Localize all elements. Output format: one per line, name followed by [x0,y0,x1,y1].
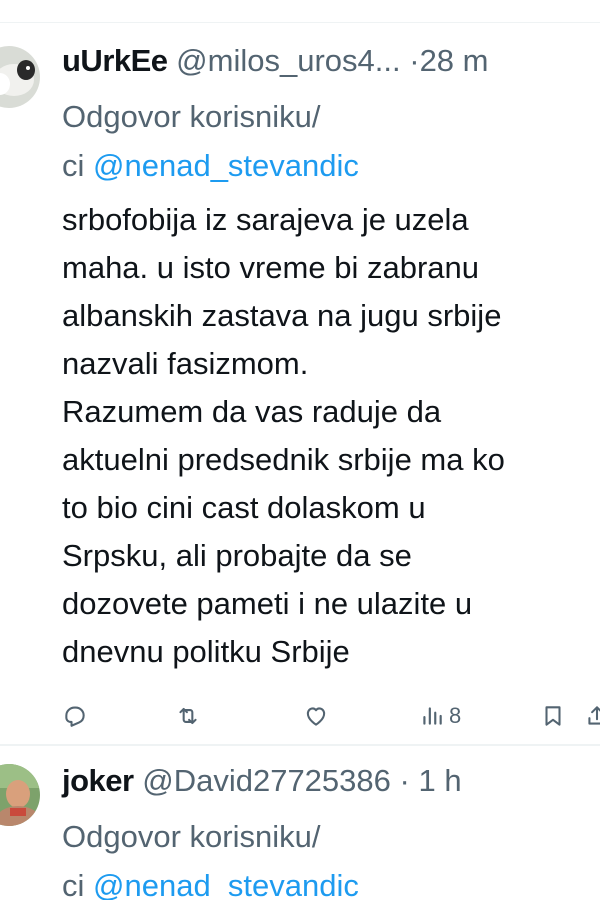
separator: · [409,43,420,78]
share-icon [588,706,600,725]
tweet-actions: 8 [0,694,600,738]
user-handle[interactable]: @David27725386 [142,763,391,798]
heart-icon [306,707,326,726]
tweet-text-line: dozovete pameti i ne ulazite u [62,586,473,621]
display-name[interactable]: joker [62,763,134,798]
reply-button[interactable] [62,702,88,730]
top-divider [0,22,600,23]
avatar-image [0,46,40,108]
tweet-text-line: nazvali fasizmom. [62,346,309,381]
reply-icon [65,706,85,727]
tweet-text: srbofobija iz sarajeva je uzela maha. u … [62,196,600,676]
reply-prefix: Odgovor korisniku/ [62,819,321,854]
reply-context: Odgovor korisniku/ [62,92,600,141]
bookmark-icon [545,706,561,726]
share-button[interactable] [584,702,600,730]
user-handle[interactable]: @milos_uros4... [176,43,400,78]
tweet-header: joker @David27725386 · 1 h [62,750,600,812]
avatar-image [0,764,40,826]
tweet[interactable]: joker @David27725386 · 1 h Odgovor koris… [0,750,600,900]
reply-prefix-2: ci [62,868,85,900]
views-icon [423,707,442,725]
like-button[interactable] [303,702,329,730]
reply-mention-link[interactable]: @nenad_stevandic [93,148,359,183]
tweet-text-line: aktuelni predsednik srbije ma ko [62,442,505,477]
views-button[interactable]: 8 [419,702,461,730]
timestamp[interactable]: 28 m [420,43,489,78]
tweet-content: uUrkEe @milos_uros4... ·28 m Odgovor kor… [62,30,600,676]
reply-prefix-2: ci [62,148,85,183]
avatar[interactable] [0,46,40,108]
avatar[interactable] [0,764,40,826]
reply-prefix: Odgovor korisniku/ [62,99,321,134]
tweet-text-line: albanskih zastava na jugu srbije [62,298,502,333]
timestamp[interactable]: 1 h [418,763,461,798]
tweet-text-line: Razumem da vas raduje da [62,394,442,429]
views-count: 8 [449,703,462,728]
reply-mention-link[interactable]: @nenad_stevandic [93,868,359,900]
tweet[interactable]: uUrkEe @milos_uros4... ·28 m Odgovor kor… [0,30,600,742]
display-name[interactable]: uUrkEe [62,43,168,78]
retweet-icon [179,707,197,725]
tweet-divider [0,744,600,746]
reply-context-line-2: ci @nenad_stevandic [62,861,600,900]
tweet-text-line: Srpsku, ali probajte da se [62,538,412,573]
tweet-text-line: srbofobija iz sarajeva je uzela [62,202,469,237]
reply-context-line-2: ci @nenad_stevandic [62,141,600,190]
tweet-header: uUrkEe @milos_uros4... ·28 m [62,30,600,92]
reply-context: Odgovor korisniku/ [62,812,600,861]
tweet-content: joker @David27725386 · 1 h Odgovor koris… [62,750,600,900]
separator: · [399,763,410,798]
tweet-text-line: dnevnu politku Srbije [62,634,350,669]
bookmark-button[interactable] [540,702,566,730]
retweet-button[interactable] [175,702,201,730]
tweet-text-line: to bio cini cast dolaskom u [62,490,426,525]
tweet-text-line: maha. u isto vreme bi zabranu [62,250,479,285]
